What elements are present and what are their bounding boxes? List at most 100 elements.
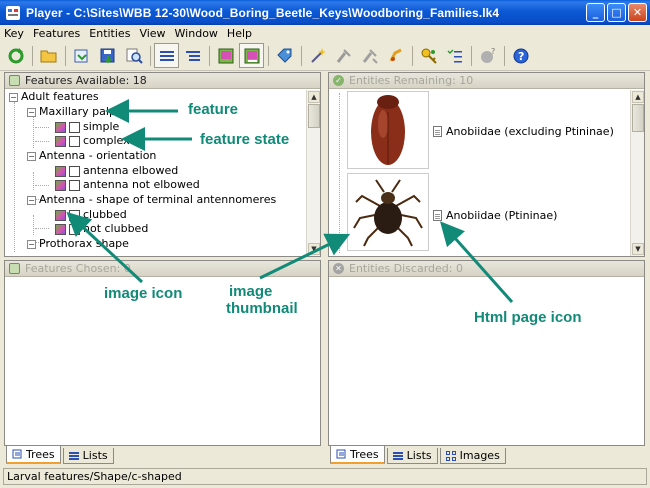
html-page-icon[interactable] bbox=[433, 126, 442, 137]
tree-state-not-clubbed[interactable]: not clubbed bbox=[55, 222, 148, 236]
state-checkbox[interactable] bbox=[69, 165, 80, 177]
tree-state-complex[interactable]: complex bbox=[55, 134, 130, 148]
collapse-icon[interactable]: − bbox=[27, 239, 36, 249]
minimize-button[interactable]: _ bbox=[586, 3, 605, 22]
menu-help[interactable]: Help bbox=[227, 27, 252, 40]
help-icon[interactable]: ? bbox=[508, 43, 533, 68]
annotation-image-icon: image icon bbox=[104, 285, 183, 302]
entity-thumbnail-2[interactable] bbox=[347, 173, 429, 251]
find-icon[interactable] bbox=[121, 43, 146, 68]
maximize-button[interactable]: □ bbox=[607, 3, 626, 22]
tree-feature-antenna-shape[interactable]: − Antenna - shape of terminal antennomer… bbox=[27, 193, 276, 207]
entities-remaining-panel: ✓ Entities Remaining: 10 Anobiidae (excl… bbox=[328, 72, 645, 257]
tab-lists-left[interactable]: Lists bbox=[62, 448, 114, 464]
entity-item[interactable]: Anobiidae (excluding Ptininae) bbox=[433, 125, 614, 138]
annotation-image-thumbnail-line1: image bbox=[229, 283, 273, 300]
scroll-thumb[interactable] bbox=[632, 104, 644, 132]
scroll-down-arrow[interactable]: ▼ bbox=[308, 243, 320, 255]
tag-icon[interactable] bbox=[272, 43, 297, 68]
features-icon bbox=[9, 75, 20, 86]
svg-text:?: ? bbox=[491, 47, 495, 56]
tree-state-antenna-elbowed[interactable]: antenna elbowed bbox=[55, 164, 178, 178]
unprune-icon[interactable] bbox=[357, 43, 382, 68]
title-bar: Player - C:\Sites\WBB 12-30\Wood_Boring_… bbox=[0, 0, 650, 25]
tree-state-clubbed[interactable]: clubbed bbox=[55, 208, 127, 222]
list-view-icon[interactable] bbox=[154, 43, 179, 68]
image-icon[interactable] bbox=[55, 209, 66, 221]
features-scrollbar[interactable]: ▲ ▼ bbox=[306, 90, 320, 256]
tree-feature-maxillary-palps[interactable]: − Maxillary palps bbox=[27, 105, 122, 119]
key-search-icon[interactable] bbox=[416, 43, 441, 68]
entities-scrollbar[interactable]: ▲ ▼ bbox=[630, 90, 644, 256]
window-title: Player - C:\Sites\WBB 12-30\Wood_Boring_… bbox=[26, 5, 500, 20]
save-icon[interactable] bbox=[95, 43, 120, 68]
collapse-icon[interactable]: − bbox=[9, 92, 18, 102]
scroll-thumb[interactable] bbox=[308, 104, 320, 128]
tree-feature-antenna-orientation[interactable]: − Antenna - orientation bbox=[27, 149, 156, 163]
close-button[interactable]: ✕ bbox=[628, 3, 647, 22]
features-chosen-header: Features Chosen: 0 bbox=[5, 261, 320, 277]
entities-remaining-header: ✓ Entities Remaining: 10 bbox=[329, 73, 644, 89]
right-tabs: Trees Lists Images bbox=[330, 446, 508, 464]
menu-features[interactable]: Features bbox=[33, 27, 80, 40]
tab-trees-left[interactable]: Trees bbox=[6, 446, 61, 464]
outline-view-icon[interactable] bbox=[180, 43, 205, 68]
wand-icon[interactable] bbox=[305, 43, 330, 68]
refresh-icon[interactable] bbox=[3, 43, 28, 68]
unknown-icon[interactable]: ? bbox=[475, 43, 500, 68]
tab-images-right[interactable]: Images bbox=[439, 448, 506, 464]
grid-icon bbox=[445, 450, 456, 461]
tab-lists-right[interactable]: Lists bbox=[386, 448, 438, 464]
annotation-feature-state: feature state bbox=[200, 131, 290, 148]
state-checkbox[interactable] bbox=[69, 121, 80, 133]
image-icon[interactable] bbox=[55, 223, 66, 235]
annotation-image-thumbnail-line2: thumbnail bbox=[226, 300, 298, 317]
state-checkbox[interactable] bbox=[69, 223, 80, 235]
tab-trees-right[interactable]: Trees bbox=[330, 446, 385, 464]
beetle-image bbox=[371, 95, 405, 165]
image-icon[interactable] bbox=[55, 165, 66, 177]
menu-view[interactable]: View bbox=[139, 27, 165, 40]
app-icon bbox=[6, 5, 20, 20]
features-available-title: Features Available: 18 bbox=[25, 74, 147, 87]
status-bar: Larval features/Shape/c-shaped bbox=[3, 468, 647, 485]
image-icon[interactable] bbox=[55, 179, 66, 191]
state-checkbox[interactable] bbox=[69, 209, 80, 221]
menu-key[interactable]: Key bbox=[4, 27, 24, 40]
tree-state-antenna-not-elbowed[interactable]: antenna not elbowed bbox=[55, 178, 200, 192]
entity-item[interactable]: Anobiidae (Ptininae) bbox=[433, 209, 557, 222]
image-icon[interactable] bbox=[55, 121, 66, 133]
collapse-icon[interactable]: − bbox=[27, 195, 36, 205]
image-selected-icon[interactable] bbox=[239, 43, 264, 68]
entities-discarded-title: Entities Discarded: 0 bbox=[349, 262, 463, 275]
checklist-icon[interactable] bbox=[442, 43, 467, 68]
menu-entities[interactable]: Entities bbox=[89, 27, 130, 40]
annotation-html-page-icon: Html page icon bbox=[474, 309, 582, 326]
scroll-down-arrow[interactable]: ▼ bbox=[632, 243, 644, 255]
image-icon[interactable] bbox=[213, 43, 238, 68]
open-folder-icon[interactable] bbox=[36, 43, 61, 68]
state-checkbox[interactable] bbox=[69, 135, 80, 147]
menu-window[interactable]: Window bbox=[175, 27, 218, 40]
toolbar: ? ? bbox=[0, 41, 650, 71]
tree-group-adult-features[interactable]: − Adult features bbox=[9, 90, 99, 104]
discard-icon: ✕ bbox=[333, 263, 344, 274]
annotation-feature: feature bbox=[188, 101, 239, 118]
prune-icon[interactable] bbox=[331, 43, 356, 68]
spider-beetle-image bbox=[353, 179, 423, 247]
html-page-icon[interactable] bbox=[433, 210, 442, 221]
image-icon[interactable] bbox=[55, 135, 66, 147]
tree-feature-prothorax-shape[interactable]: − Prothorax shape bbox=[27, 237, 129, 251]
scroll-up-arrow[interactable]: ▲ bbox=[632, 91, 644, 103]
state-checkbox[interactable] bbox=[69, 179, 80, 191]
tree-state-simple[interactable]: simple bbox=[55, 120, 119, 134]
entity-thumbnail-1[interactable] bbox=[347, 91, 429, 169]
list-icon bbox=[68, 451, 79, 460]
entities-remaining-title: Entities Remaining: 10 bbox=[349, 74, 474, 87]
collapse-icon[interactable]: − bbox=[27, 151, 36, 161]
restore-icon[interactable] bbox=[69, 43, 94, 68]
scroll-up-arrow[interactable]: ▲ bbox=[308, 91, 320, 103]
ballot-icon[interactable] bbox=[383, 43, 408, 68]
collapse-icon[interactable]: − bbox=[27, 107, 36, 117]
list-icon bbox=[392, 451, 403, 460]
